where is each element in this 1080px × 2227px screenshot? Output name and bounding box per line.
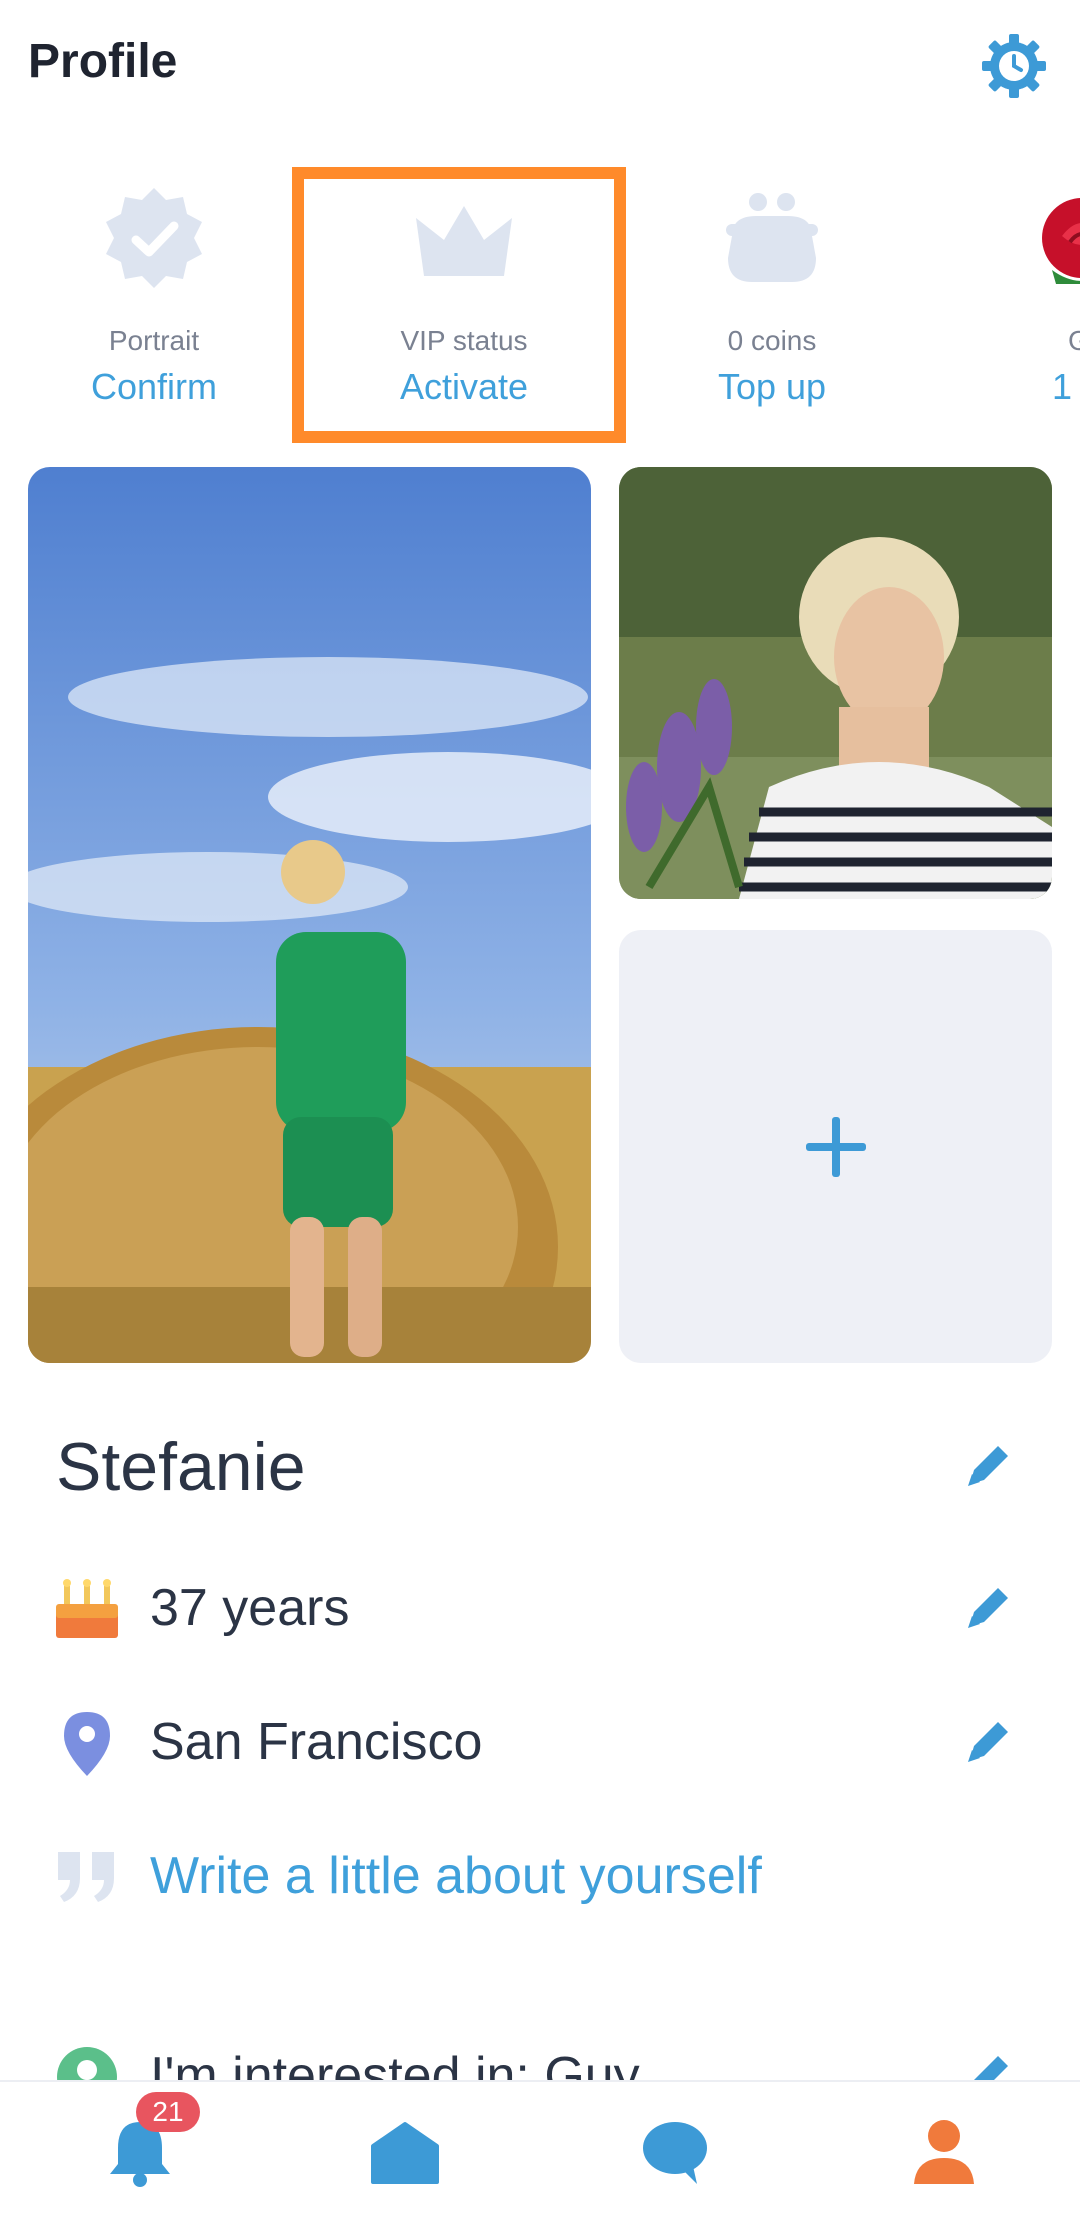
city-row: San Francisco bbox=[0, 1694, 1080, 1784]
profile-user-icon[interactable] bbox=[904, 2112, 984, 2192]
coin-purse-icon bbox=[726, 193, 818, 282]
birthday-cake-icon bbox=[56, 1579, 118, 1638]
status-portrait[interactable]: Portrait Confirm bbox=[4, 160, 304, 430]
vip-highlight-box bbox=[292, 167, 626, 443]
verified-badge-icon bbox=[106, 188, 202, 288]
location-pin-icon bbox=[64, 1712, 110, 1776]
about-row[interactable]: Write a little about yourself bbox=[0, 1828, 1080, 1918]
edit-name-icon[interactable] bbox=[960, 1438, 1016, 1494]
quote-icon bbox=[58, 1852, 114, 1902]
status-coins[interactable]: 0 coins Top up bbox=[622, 160, 922, 430]
settings-gear-icon[interactable] bbox=[978, 30, 1050, 102]
edit-city-icon[interactable] bbox=[960, 1714, 1016, 1770]
add-photo-button[interactable] bbox=[619, 930, 1052, 1363]
top-up-link[interactable]: Top up bbox=[622, 366, 922, 408]
notification-count-badge: 21 bbox=[136, 2092, 200, 2132]
name-row bbox=[0, 1418, 1080, 1508]
secondary-profile-photo[interactable] bbox=[619, 467, 1052, 899]
status-gifts[interactable]: Gi 1 m bbox=[932, 160, 1080, 430]
gifts-label: Gi bbox=[1068, 325, 1080, 356]
gifts-action[interactable]: 1 m bbox=[932, 366, 1080, 408]
page-title: Profile bbox=[28, 35, 178, 88]
age-row: 37 years bbox=[0, 1560, 1080, 1650]
city-text: San Francisco bbox=[150, 1713, 483, 1771]
rose-icon bbox=[1042, 198, 1080, 284]
coins-label: 0 coins bbox=[727, 325, 817, 356]
main-profile-photo[interactable] bbox=[28, 467, 591, 1363]
about-prompt[interactable]: Write a little about yourself bbox=[150, 1846, 762, 1906]
age-text: 37 years bbox=[150, 1579, 350, 1637]
messages-icon[interactable] bbox=[635, 2112, 715, 2192]
confirm-link[interactable]: Confirm bbox=[4, 366, 304, 408]
portrait-label: Portrait bbox=[108, 325, 200, 356]
plus-icon bbox=[805, 1116, 866, 1177]
header: Profile bbox=[0, 0, 1080, 130]
edit-age-icon[interactable] bbox=[960, 1580, 1016, 1636]
home-icon[interactable] bbox=[365, 2112, 445, 2192]
